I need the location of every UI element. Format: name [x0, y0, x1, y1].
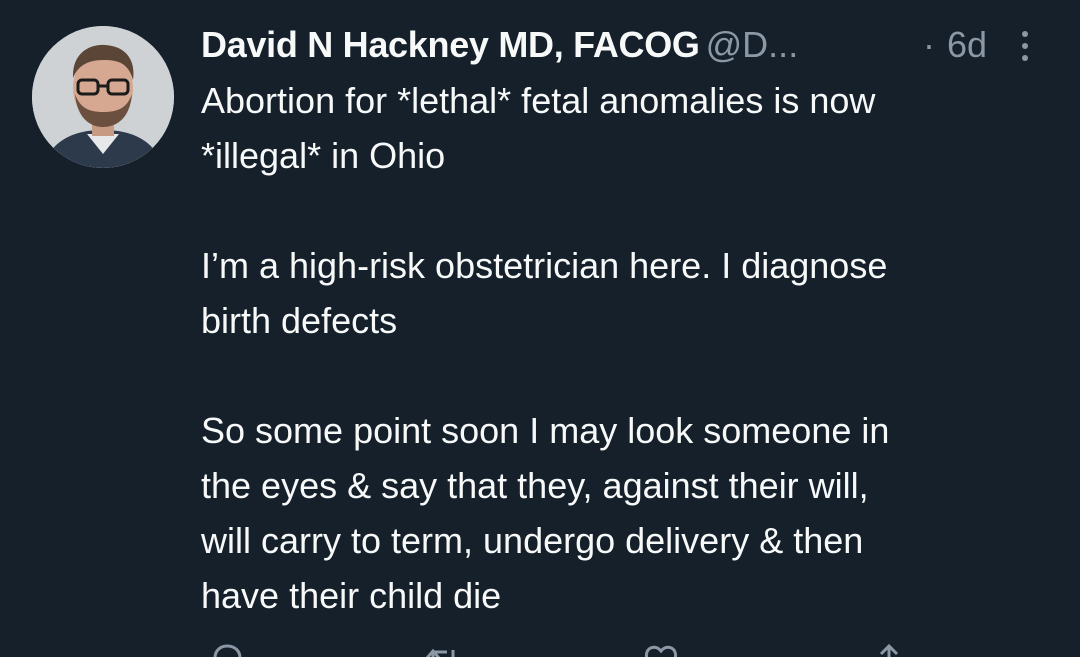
- tweet[interactable]: David N Hackney MD, FACOG @D... · 6d Abor…: [0, 0, 1080, 657]
- timestamp[interactable]: 6d: [947, 20, 987, 70]
- avatar[interactable]: [32, 26, 174, 168]
- text-line: I’m a high-risk obstetrician here. I dia…: [201, 245, 888, 286]
- display-name[interactable]: David N Hackney MD, FACOG: [201, 24, 700, 65]
- text-line: the eyes & say that they, against their …: [201, 465, 869, 506]
- like-icon[interactable]: [641, 640, 681, 657]
- reply-icon[interactable]: [207, 640, 247, 657]
- text-line: Abortion for *lethal* fetal anomalies is…: [201, 80, 876, 121]
- text-line: So some point soon I may look someone in: [201, 410, 890, 451]
- tweet-paragraph: I’m a high-risk obstetrician here. I dia…: [201, 238, 1051, 348]
- tweet-actions: [201, 640, 981, 657]
- separator-dot: ·: [923, 24, 935, 65]
- tweet-header: David N Hackney MD, FACOG @D... · 6d: [201, 20, 1041, 70]
- more-vertical-icon[interactable]: [1010, 26, 1040, 66]
- tweet-paragraph: So some point soon I may look someone in…: [201, 403, 1051, 623]
- retweet-icon[interactable]: [423, 640, 463, 657]
- text-line: have their child die: [201, 575, 502, 616]
- tweet-paragraph: Abortion for *lethal* fetal anomalies is…: [201, 73, 1051, 183]
- text-line: birth defects: [201, 300, 398, 341]
- share-icon[interactable]: [869, 640, 909, 657]
- text-line: *illegal* in Ohio: [201, 135, 446, 176]
- tweet-text: Abortion for *lethal* fetal anomalies is…: [201, 73, 1051, 623]
- text-line: will carry to term, undergo delivery & t…: [201, 520, 864, 561]
- user-handle[interactable]: @D...: [706, 24, 799, 65]
